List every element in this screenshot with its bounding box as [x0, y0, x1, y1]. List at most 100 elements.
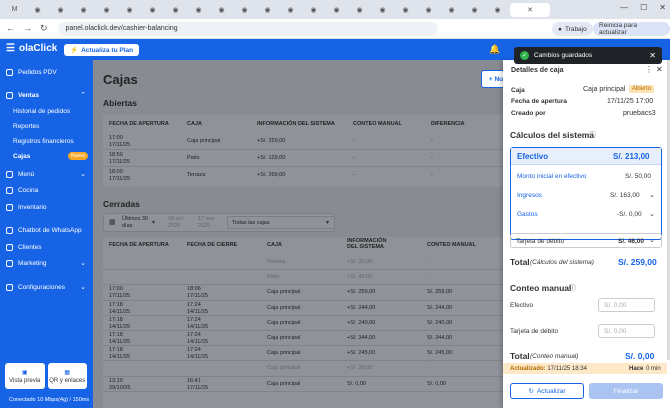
table-row[interactable]: 17:00 17/11/25 Caja principal +S/. 259,00…: [103, 132, 513, 150]
chevron-down-icon[interactable]: ⌄: [649, 191, 655, 199]
close-icon[interactable]: ✕: [649, 51, 656, 60]
cell-apertura: 17:18 14/11/25: [109, 302, 130, 316]
chevron-down-icon[interactable]: ⌄: [649, 210, 655, 218]
tab-2[interactable]: ◉: [50, 3, 71, 17]
cell-info: S/. 0,00: [347, 380, 366, 387]
table-row[interactable]: 17:00 17/11/25 18:06 17/11/25 Caja principal…: [103, 285, 513, 301]
table-row[interactable]: 18:50 17/11/25 Patio +S/. 129,00 - -: [103, 150, 513, 167]
profile-label: Trabajo: [564, 25, 587, 33]
conteo-tarjeta-input[interactable]: S/. 0,00: [598, 324, 655, 338]
maximize-icon[interactable]: ☐: [640, 3, 647, 12]
tab-11[interactable]: ◉: [257, 3, 278, 17]
sidebar-sub-historial[interactable]: Historial de pedidos: [13, 106, 70, 116]
efectivo-header[interactable]: Efectivo S/. 213,00: [511, 148, 661, 165]
date-to[interactable]: 17 nov 2025: [198, 216, 222, 230]
close-window-icon[interactable]: ✕: [659, 3, 666, 12]
minimize-icon[interactable]: —: [620, 3, 628, 12]
tab-4[interactable]: ◉: [96, 3, 117, 17]
table-row[interactable]: 17:18 14/11/25 17:24 14/11/25 Caja principal…: [103, 331, 513, 347]
url-field[interactable]: panel.olaclick.dev/cashier-balancing: [57, 21, 438, 36]
finalize-button[interactable]: Finalizar: [589, 383, 663, 399]
tab-13[interactable]: ◉: [303, 3, 324, 17]
updated-bar: Actualizado: 17/11/25 18:34 Hace 0 min: [503, 363, 667, 374]
reload-icon[interactable]: ↻: [40, 23, 48, 34]
profile-button[interactable]: ● Trabajo: [552, 22, 593, 36]
sidebar-item-clientes[interactable]: Clientes: [6, 241, 88, 253]
back-icon[interactable]: ←: [6, 23, 15, 34]
refresh-button[interactable]: ↻ Actualizar: [510, 383, 584, 399]
tab-7[interactable]: ◉: [165, 3, 186, 17]
tab-6[interactable]: ◉: [142, 3, 163, 17]
cell-conteo: -: [353, 155, 355, 161]
upgrade-plan-button[interactable]: ⚡ Actualiza tu Plan: [64, 44, 140, 56]
close-icon[interactable]: ✕: [656, 65, 663, 74]
table-row[interactable]: Caja principal +S/. 39,00 -: [103, 361, 513, 377]
tab-9[interactable]: ◉: [211, 3, 232, 17]
tab-10[interactable]: ◉: [234, 3, 255, 17]
tab-19[interactable]: ◉: [441, 3, 462, 17]
sidebar-item-menu[interactable]: Menú ⌄: [6, 168, 88, 180]
cell-caja: Caja principal: [267, 335, 301, 341]
table-row[interactable]: Patio +S/. 48,00 -: [103, 270, 513, 286]
tab-1[interactable]: ◉: [27, 3, 48, 17]
table-row[interactable]: 17:18 14/11/25 17:24 14/11/25 Caja principal…: [103, 346, 513, 362]
sidebar-item-ventas[interactable]: Ventas ⌃: [6, 89, 88, 101]
qr-links-button[interactable]: ▦ QR y enlaces: [47, 363, 87, 389]
calendar-icon: ▦: [109, 219, 116, 226]
efectivo-card: Efectivo S/. 213,00 Monto inicial en efe…: [510, 147, 662, 240]
tab-5[interactable]: ◉: [119, 3, 140, 17]
conteo-efectivo-input[interactable]: S/. 0,00: [598, 298, 655, 312]
tab-16[interactable]: ◉: [372, 3, 393, 17]
cell-caja: Patio: [187, 155, 200, 161]
tarjeta-row[interactable]: Tarjeta de débito S/. 46,00 ⌄: [510, 233, 662, 248]
tab-20[interactable]: ◉: [464, 3, 485, 17]
tab-18[interactable]: ◉: [418, 3, 439, 17]
sidebar-sub-registros[interactable]: Registros financieros: [13, 136, 74, 146]
tab-3[interactable]: ◉: [73, 3, 94, 17]
cell-conteo: S/. 0,00: [427, 380, 446, 387]
sidebar-item-configuraciones[interactable]: Configuraciones ⌄: [6, 281, 88, 293]
th-fecha-apertura: FECHA DE APERTURA: [109, 242, 169, 248]
table-row[interactable]: 17:18 14/11/25 17:24 14/11/25 Caja principal…: [103, 316, 513, 331]
sidebar-item-pedidos-pdv[interactable]: Pedidos PDV: [6, 66, 88, 78]
more-icon[interactable]: ⋮: [645, 65, 653, 74]
tab-active[interactable]: ✕: [510, 2, 550, 17]
ingresos-label[interactable]: Ingresos: [517, 192, 542, 199]
caja-select[interactable]: Todas las cajas ▾: [227, 216, 335, 229]
tarjeta-value: S/. 46,00: [618, 238, 645, 245]
sidebar-item-inventario[interactable]: Inventario: [6, 201, 88, 213]
date-filter[interactable]: ▦ Últimos 30 días ▾ 18 oct 2025 17 nov 2…: [103, 213, 335, 232]
date-from[interactable]: 18 oct 2025: [168, 216, 192, 230]
sidebar-item-marketing[interactable]: Marketing ⌄: [6, 257, 88, 269]
tab-8[interactable]: ◉: [188, 3, 209, 17]
cell-info: +S/. 245,00: [347, 350, 376, 357]
sidebar-item-cocina[interactable]: Cocina: [6, 184, 88, 196]
sidebar-item-label: Inventario: [18, 203, 47, 211]
sidebar-sub-cajas[interactable]: Cajas: [13, 151, 30, 161]
th-caja: CAJA: [267, 242, 282, 248]
table-row[interactable]: Terraza +S/. 30,00 -: [103, 255, 513, 271]
gastos-label[interactable]: Gastos: [517, 211, 538, 218]
menu-icon[interactable]: ☰: [6, 43, 15, 54]
tab-17[interactable]: ◉: [395, 3, 416, 17]
tab-21[interactable]: ◉: [487, 3, 508, 17]
info-icon[interactable]: ⓘ: [589, 130, 596, 140]
info-icon[interactable]: ⓘ: [569, 283, 576, 293]
table-row[interactable]: 13:10 29/10/25 16:41 17/11/25 Caja principal…: [103, 377, 513, 392]
tab-gmail[interactable]: M: [4, 3, 25, 17]
forward-icon[interactable]: →: [23, 23, 32, 34]
window-controls: — ☐ ✕: [620, 3, 666, 12]
tab-14[interactable]: ◉: [326, 3, 347, 17]
table-row[interactable]: 17:18 14/11/25 17:24 14/11/25 Caja principal…: [103, 301, 513, 316]
preview-button[interactable]: ▣ Vista previa: [5, 363, 45, 389]
sidebar-sub-reportes[interactable]: Reportes: [13, 121, 39, 131]
update-button[interactable]: Reinicia para actualizar: [593, 22, 670, 36]
tab-12[interactable]: ◉: [280, 3, 301, 17]
tab-15[interactable]: ◉: [349, 3, 370, 17]
sidebar-item-label: Ventas: [18, 91, 39, 99]
cell-info: +S/. 39,00: [347, 365, 373, 372]
sidebar-item-chatbot[interactable]: Chatbot de WhatsApp: [6, 224, 88, 236]
abiertas-table: FECHA DE APERTURA CAJA INFORMACIÓN DEL S…: [103, 115, 513, 187]
table-row[interactable]: 18:00 17/11/25 Terraza +S/. 269,00 - -: [103, 167, 513, 184]
bell-icon[interactable]: 🔔: [489, 44, 500, 55]
